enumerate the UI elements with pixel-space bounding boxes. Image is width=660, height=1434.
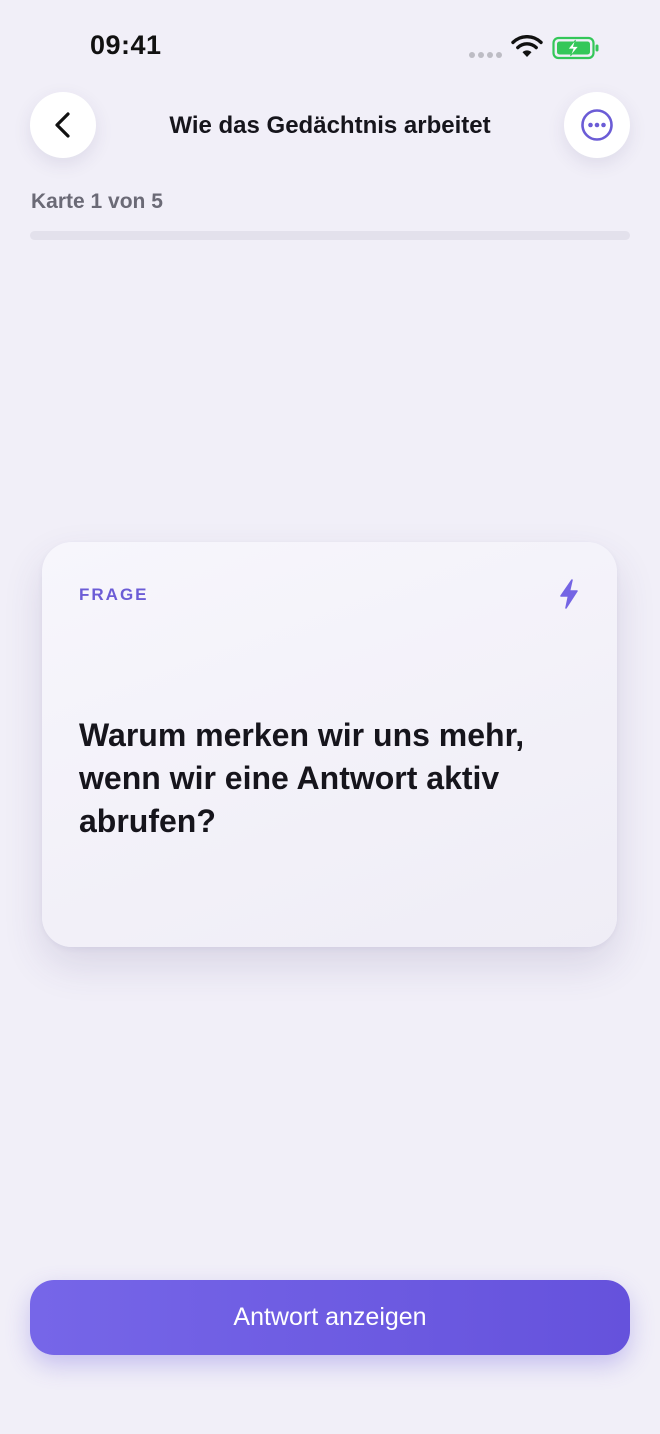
header: Wie das Gedächtnis arbeitet — [0, 92, 660, 162]
card-question: Warum merken wir uns mehr, wenn wir eine… — [79, 717, 525, 839]
show-answer-button[interactable]: Antwort anzeigen — [30, 1280, 630, 1355]
chevron-left-icon — [55, 112, 70, 138]
card-type-label: FRAGE — [79, 585, 149, 604]
flashcard[interactable]: FRAGE Warum merken wir uns mehr, wenn wi… — [42, 542, 617, 947]
bolt-icon — [560, 579, 578, 609]
status-bar: 09:41 — [0, 0, 660, 90]
more-options-button[interactable] — [564, 92, 630, 158]
progress-bar — [30, 231, 630, 240]
status-time: 09:41 — [90, 30, 162, 60]
back-button[interactable] — [30, 92, 96, 158]
wifi-icon — [511, 35, 543, 57]
page-title: Wie das Gedächtnis arbeitet — [169, 112, 491, 139]
ellipsis-circle-icon — [581, 109, 613, 141]
battery-charging-icon — [552, 36, 599, 60]
cellular-signal-icon — [469, 52, 503, 59]
progress-label: Karte 1 von 5 — [31, 190, 163, 213]
